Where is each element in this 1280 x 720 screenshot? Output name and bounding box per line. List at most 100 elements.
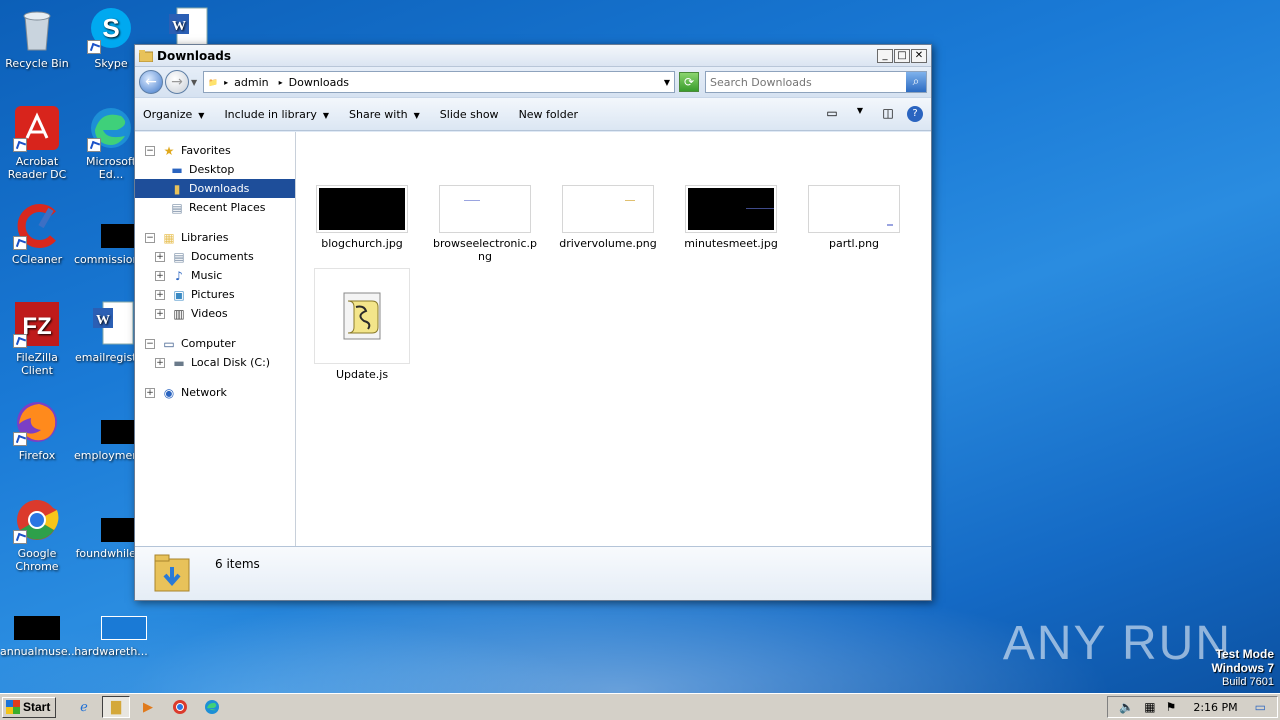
- volume-icon[interactable]: 🔈: [1119, 700, 1134, 714]
- taskbar: Start ℯ ▇ ▶ 🔈 ▦ ⚑ 2:16 PM ▭: [0, 693, 1280, 720]
- media-player-icon[interactable]: ▶: [134, 696, 162, 718]
- windows-logo-icon: [6, 700, 20, 714]
- show-desktop-icon[interactable]: ▭: [1255, 700, 1266, 714]
- desktop-icon-label: CCleaner: [11, 253, 63, 266]
- computer-icon: ▭: [163, 336, 175, 351]
- expand-icon[interactable]: +: [155, 251, 165, 262]
- view-options-dropdown-icon[interactable]: ▼: [851, 106, 869, 122]
- address-bar[interactable]: 📁 ▸ admin ▸ Downloads ▼: [203, 71, 675, 93]
- internet-explorer-icon[interactable]: ℯ: [70, 696, 98, 718]
- chevron-right-icon[interactable]: ▸: [224, 78, 228, 87]
- breadcrumb-admin[interactable]: admin: [234, 76, 268, 89]
- maximize-button[interactable]: □: [894, 48, 910, 63]
- file-explorer-icon[interactable]: ▇: [102, 696, 130, 718]
- breadcrumb-downloads[interactable]: Downloads: [289, 76, 349, 89]
- collapse-icon[interactable]: −: [145, 232, 155, 243]
- folder-icon: [139, 49, 153, 62]
- skype-icon: S: [87, 6, 135, 54]
- search-box[interactable]: ⌕: [705, 71, 927, 93]
- libraries-icon: ▦: [163, 230, 175, 245]
- shortcut-arrow-icon: [13, 530, 27, 544]
- file-item[interactable]: browseelectronic.png: [430, 185, 540, 263]
- collapse-icon[interactable]: −: [145, 338, 155, 349]
- expand-icon[interactable]: +: [155, 308, 165, 319]
- nav-music[interactable]: + ♪ Music: [135, 266, 295, 285]
- desktop-icon-filezilla[interactable]: FZ FileZilla Client: [0, 300, 74, 377]
- nav-label: Videos: [191, 307, 228, 320]
- include-in-library-menu[interactable]: Include in library ▼: [224, 108, 329, 121]
- nav-favorites[interactable]: − ★ Favorites: [135, 141, 295, 160]
- file-item[interactable]: partl.png: [799, 185, 909, 250]
- nav-videos[interactable]: + ▥ Videos: [135, 304, 295, 323]
- file-name: browseelectronic.png: [432, 237, 537, 263]
- system-tray: 🔈 ▦ ⚑ 2:16 PM ▭: [1107, 696, 1278, 718]
- share-with-menu[interactable]: Share with ▼: [349, 108, 420, 121]
- slide-show-button[interactable]: Slide show: [440, 108, 499, 121]
- back-button[interactable]: ←: [139, 70, 163, 94]
- search-icon[interactable]: ⌕: [906, 72, 926, 92]
- chevron-right-icon[interactable]: ▸: [279, 78, 283, 87]
- preview-pane-icon[interactable]: ◫: [879, 106, 897, 122]
- action-center-flag-icon[interactable]: ⚑: [1166, 700, 1177, 714]
- file-item[interactable]: drivervolume.png: [553, 185, 663, 250]
- organize-label: Organize: [143, 107, 193, 121]
- expand-icon[interactable]: +: [155, 270, 165, 281]
- start-button[interactable]: Start: [2, 696, 56, 718]
- file-name: Update.js: [335, 368, 389, 381]
- organize-menu[interactable]: Organize ▼: [143, 108, 204, 121]
- nav-pictures[interactable]: + ▣ Pictures: [135, 285, 295, 304]
- desktop-icon-firefox[interactable]: Firefox: [0, 398, 74, 462]
- close-button[interactable]: ✕: [911, 48, 927, 63]
- desktop-icon-ccleaner[interactable]: CCleaner: [0, 202, 74, 266]
- chrome-taskbar-icon[interactable]: [166, 696, 194, 718]
- change-view-icon[interactable]: ▭: [823, 106, 841, 122]
- nav-computer[interactable]: − ▭ Computer: [135, 334, 295, 353]
- nav-network[interactable]: + ◉ Network: [135, 383, 295, 402]
- window-titlebar[interactable]: Downloads _ □ ✕: [135, 45, 931, 67]
- desktop-icon-annualmuse[interactable]: annualmuse...: [0, 594, 78, 658]
- minimize-button[interactable]: _: [877, 48, 893, 63]
- item-count: 6 items: [215, 557, 260, 571]
- nav-recent-places[interactable]: ▤ Recent Places: [135, 198, 295, 217]
- expand-icon[interactable]: +: [155, 289, 165, 300]
- chevron-down-icon: ▼: [322, 110, 330, 120]
- image-thumbnail: [685, 185, 777, 233]
- desktop-icon-recycle-bin[interactable]: Recycle Bin: [0, 6, 74, 70]
- help-icon[interactable]: ?: [907, 106, 923, 122]
- nav-local-disk[interactable]: + ▬ Local Disk (C:): [135, 353, 295, 372]
- shortcut-arrow-icon: [13, 138, 27, 152]
- expand-icon[interactable]: +: [155, 357, 165, 368]
- shortcut-arrow-icon: [13, 432, 27, 446]
- collapse-icon[interactable]: −: [145, 145, 155, 156]
- acrobat-icon: [13, 104, 61, 152]
- desktop-icon-chrome[interactable]: Google Chrome: [0, 496, 74, 573]
- nav-documents[interactable]: + ▤ Documents: [135, 247, 295, 266]
- start-label: Start: [23, 700, 51, 714]
- desktop-icon-hardwareth[interactable]: hardwareth...: [74, 594, 148, 658]
- nav-label: Pictures: [191, 288, 235, 301]
- nav-label: Libraries: [181, 231, 229, 244]
- image-thumbnail: [808, 185, 900, 233]
- clock[interactable]: 2:16 PM: [1193, 701, 1237, 714]
- edge-taskbar-icon[interactable]: [198, 696, 226, 718]
- nav-desktop[interactable]: ▬ Desktop: [135, 160, 295, 179]
- forward-button[interactable]: →: [165, 70, 189, 94]
- file-name: drivervolume.png: [559, 237, 657, 250]
- file-item[interactable]: Update.js: [307, 268, 417, 381]
- nav-libraries[interactable]: − ▦ Libraries: [135, 228, 295, 247]
- shortcut-arrow-icon: [87, 138, 101, 152]
- desktop-icon-acrobat[interactable]: Acrobat Reader DC: [0, 104, 74, 181]
- network-tray-icon[interactable]: ▦: [1144, 700, 1155, 714]
- script-file-icon: [314, 268, 410, 364]
- nav-label: Network: [181, 386, 227, 399]
- nav-downloads[interactable]: ▮ Downloads: [135, 179, 295, 198]
- search-input[interactable]: [706, 73, 906, 91]
- history-dropdown-icon[interactable]: ▼: [191, 78, 197, 87]
- refresh-button[interactable]: ⟳: [679, 72, 699, 92]
- new-folder-button[interactable]: New folder: [519, 108, 578, 121]
- file-item[interactable]: blogchurch.jpg: [307, 185, 417, 250]
- address-dropdown-icon[interactable]: ▼: [664, 78, 670, 87]
- desktop-icon-label: Google Chrome: [15, 547, 59, 573]
- expand-icon[interactable]: +: [145, 387, 155, 398]
- file-item[interactable]: minutesmeet.jpg: [676, 185, 786, 250]
